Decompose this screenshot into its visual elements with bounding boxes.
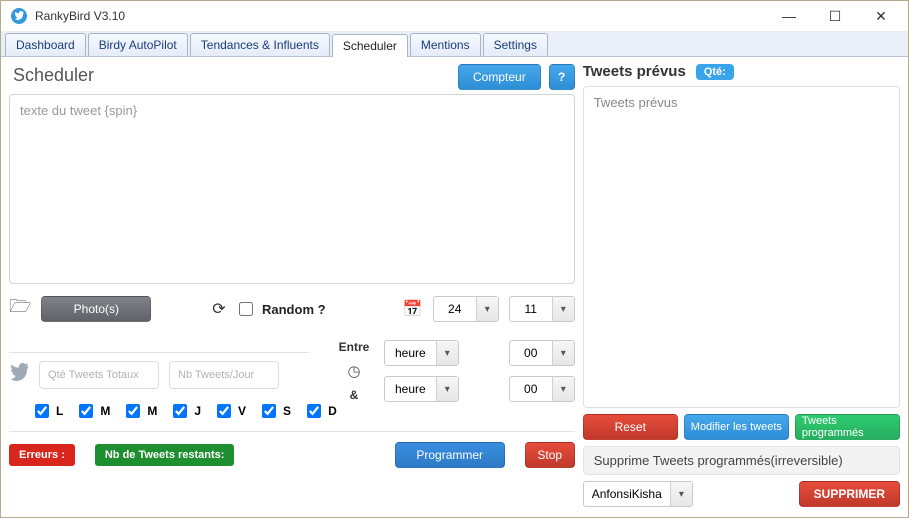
tab-mentions[interactable]: Mentions [410,33,481,56]
tab-autopilot[interactable]: Birdy AutoPilot [88,33,188,56]
modifier-button[interactable]: Modifier les tweets [684,414,789,440]
remaining-badge: Nb de Tweets restants: [95,444,235,466]
day-m2-checkbox[interactable] [126,404,140,418]
tab-dashboard[interactable]: Dashboard [5,33,86,56]
photos-button[interactable]: Photo(s) [41,296,151,322]
refresh-icon[interactable]: ⟳ [209,299,229,319]
window-title: RankyBird V3.10 [35,9,125,23]
day-s-checkbox[interactable] [262,404,276,418]
planned-list: Tweets prévus [583,86,900,408]
supprimer-button[interactable]: SUPPRIMER [799,481,900,507]
programmer-button[interactable]: Programmer [395,442,505,468]
close-button[interactable]: ✕ [858,1,904,31]
day-m1-checkbox[interactable] [79,404,93,418]
nb-jour-input[interactable] [169,361,279,389]
chevron-down-icon: ▾ [476,297,498,321]
random-checkbox[interactable] [239,302,253,316]
supprime-title: Supprime Tweets programmés(irreversible) [583,446,900,475]
date-hour-select[interactable]: 24▾ [433,296,499,322]
tab-settings[interactable]: Settings [483,33,548,56]
chevron-down-icon: ▾ [670,482,692,506]
app-icon [11,8,27,24]
tab-bar: Dashboard Birdy AutoPilot Tendances & In… [1,31,908,57]
qte-pill: Qté: [696,64,734,80]
planned-title: Tweets prévus [583,63,686,80]
random-label: Random ? [262,302,326,317]
reset-button[interactable]: Reset [583,414,678,440]
errors-badge: Erreurs : [9,444,75,466]
folder-icon[interactable]: 🗁 [9,294,31,324]
date-min-select[interactable]: 11▾ [509,296,575,322]
maximize-button[interactable]: ☐ [812,1,858,31]
compteur-button[interactable]: Compteur [458,64,541,90]
help-button[interactable]: ? [549,64,575,90]
day-l-checkbox[interactable] [35,404,49,418]
tweet-textarea[interactable] [9,94,575,284]
tab-tendances[interactable]: Tendances & Influents [190,33,330,56]
day-v-checkbox[interactable] [217,404,231,418]
account-select[interactable]: AnfonsiKisha▾ [583,481,693,507]
programmes-button[interactable]: Tweets programmés [795,414,900,440]
tab-scheduler[interactable]: Scheduler [332,34,408,57]
qte-totaux-input[interactable] [39,361,159,389]
day-j-checkbox[interactable] [173,404,187,418]
minimize-button[interactable]: — [766,1,812,31]
stop-button[interactable]: Stop [525,442,575,468]
entre-label: Entre [339,340,370,354]
calendar-icon[interactable]: 📅 [403,299,423,319]
scheduler-title: Scheduler [13,65,450,86]
twitter-icon [9,363,29,388]
day-d-checkbox[interactable] [307,404,321,418]
amp-label: & [350,388,359,402]
chevron-down-icon: ▾ [552,297,574,321]
